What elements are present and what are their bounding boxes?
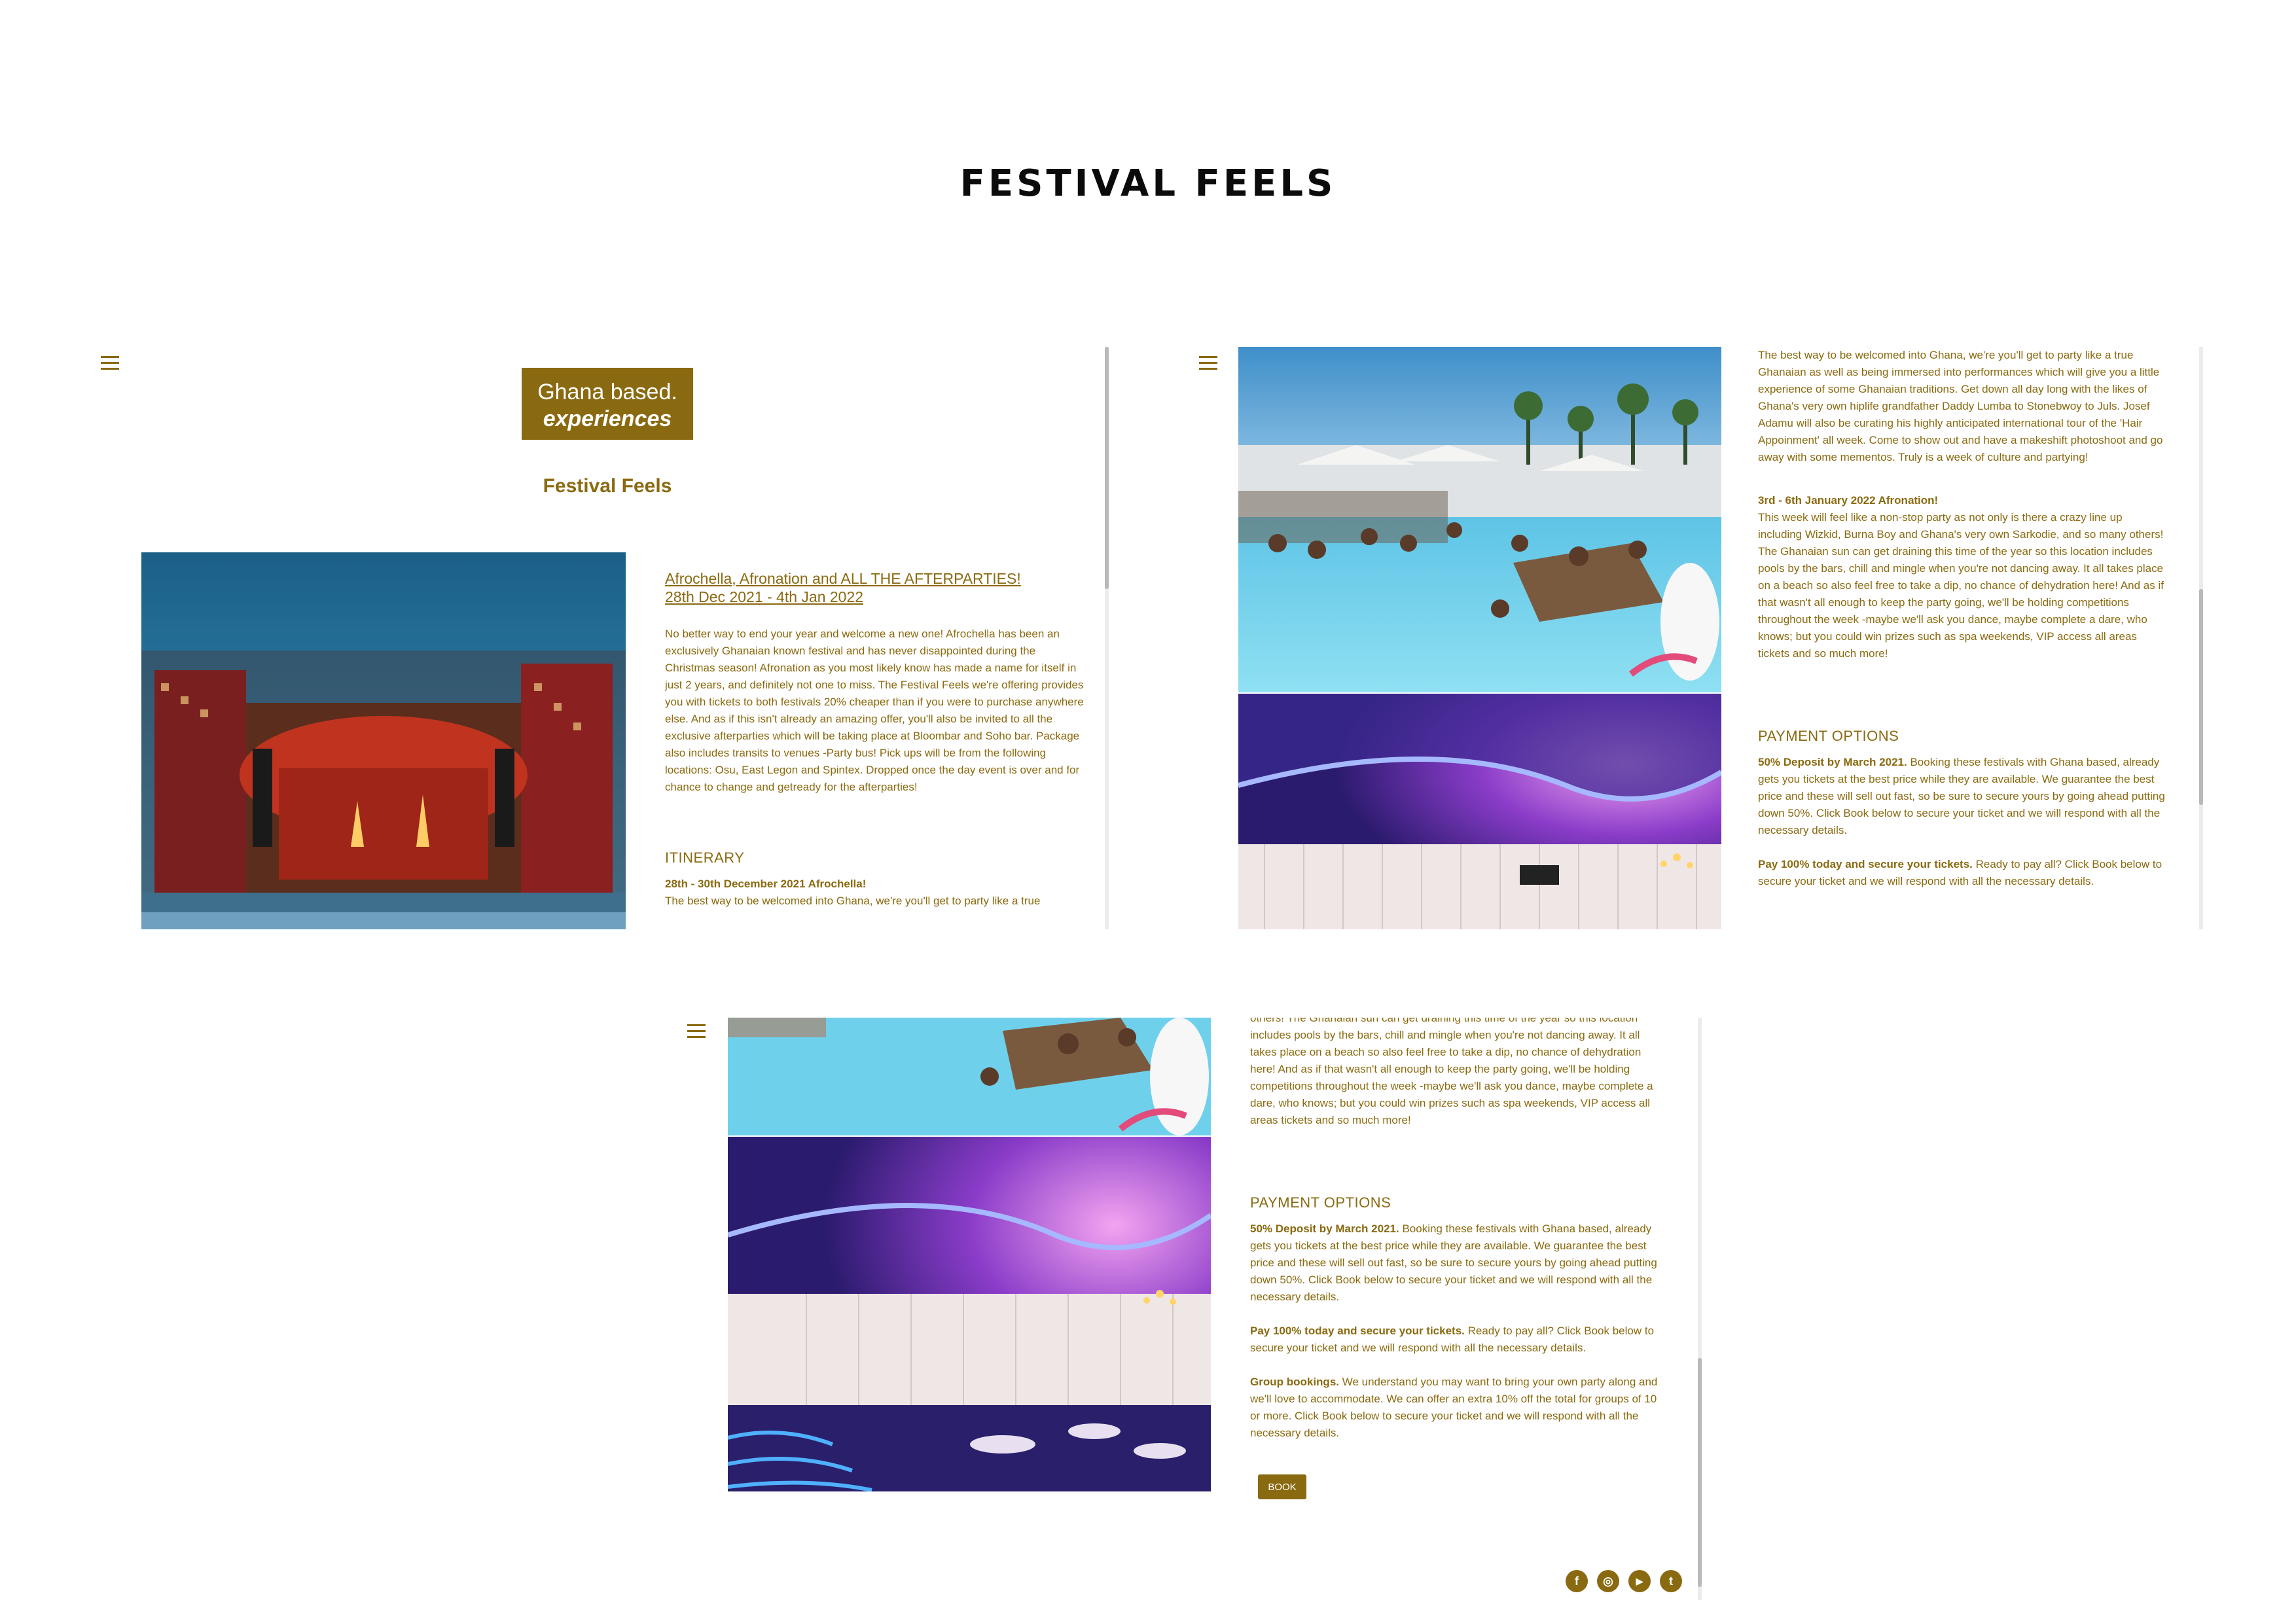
scroll-thumb[interactable] — [2199, 589, 2203, 805]
payment-option-2-title: Pay 100% today and secure your tickets. — [1250, 1325, 1465, 1337]
itinerary-day2-partial: includes pools by the bars, chill and mi… — [1250, 1029, 1653, 1126]
pool-party-photo — [1238, 347, 1721, 692]
payment-option-1: 50% Deposit by March 2021. Booking these… — [1758, 754, 2166, 839]
site-page-heading: Festival Feels — [543, 475, 672, 497]
itinerary-day1-preview: The best way to be welcomed into Ghana, … — [665, 895, 1041, 907]
payment-option-3-title: Group bookings. — [1250, 1376, 1339, 1388]
payment-heading: PAYMENT OPTIONS — [1250, 1194, 1391, 1211]
itinerary-continued: The best way to be welcomed into Ghana, … — [1758, 347, 2166, 907]
scrollbar[interactable] — [1698, 1018, 1702, 1600]
event-link[interactable]: Afrochella, Afronation and ALL THE AFTER… — [665, 569, 1084, 606]
payment-option-2-title: Pay 100% today and secure your tickets. — [1758, 858, 1973, 870]
screenshot-panel-1: Ghana based. experiences Festival Feels — [92, 347, 1113, 929]
hamburger-menu-icon[interactable] — [687, 1024, 706, 1039]
scrollbar[interactable] — [1105, 347, 1109, 929]
scroll-thumb[interactable] — [1698, 1358, 1702, 1587]
screenshot-panel-3: others! The Ghanaian sun can get drainin… — [681, 1018, 1702, 1600]
logo-line-1: Ghana based. — [537, 380, 677, 404]
instagram-icon[interactable]: ◎ — [1597, 1570, 1619, 1592]
itinerary-day2-text: This week will feel like a non-stop part… — [1758, 511, 2164, 660]
payment-option-3: Group bookings. We understand you may wa… — [1250, 1374, 1659, 1442]
book-button[interactable]: BOOK — [1258, 1474, 1306, 1499]
lounge-interior-photo — [728, 1137, 1211, 1491]
payment-option-1-title: 50% Deposit by March 2021. — [1250, 1222, 1399, 1235]
itinerary-day2-partial-top: others! The Ghanaian sun can get drainin… — [1250, 1018, 1638, 1024]
screenshot-panel-2: The best way to be welcomed into Ghana, … — [1191, 347, 2206, 929]
scrollbar[interactable] — [2199, 347, 2203, 929]
itinerary-continued: others! The Ghanaian sun can get drainin… — [1250, 1018, 1659, 1459]
event-link-line-2: 28th Dec 2021 - 4th Jan 2022 — [665, 588, 864, 605]
site-logo[interactable]: Ghana based. experiences — [522, 368, 693, 440]
lounge-interior-photo — [1238, 694, 1721, 929]
youtube-icon[interactable]: ▶ — [1628, 1570, 1651, 1592]
payment-option-1-title: 50% Deposit by March 2021. — [1758, 756, 1907, 768]
hamburger-menu-icon[interactable] — [101, 356, 119, 370]
event-link-line-1: Afrochella, Afronation and ALL THE AFTER… — [665, 570, 1021, 587]
itinerary-day1-title: 28th - 30th December 2021 Afrochella! — [665, 878, 867, 890]
facebook-icon[interactable]: f — [1566, 1570, 1588, 1592]
itinerary-heading: ITINERARY — [665, 849, 745, 866]
itinerary-day2-title: 3rd - 6th January 2022 Afronation! — [1758, 494, 1939, 507]
scroll-thumb[interactable] — [1105, 347, 1109, 589]
payment-option-1: 50% Deposit by March 2021. Booking these… — [1250, 1221, 1659, 1306]
page-title: FESTIVAL FEELS — [960, 162, 1336, 205]
logo-line-2: experiences — [543, 406, 672, 431]
festival-stage-photo — [141, 552, 626, 929]
event-details: Afrochella, Afronation and ALL THE AFTER… — [665, 569, 1084, 910]
itinerary-day1-text: The best way to be welcomed into Ghana, … — [1758, 349, 2163, 463]
hamburger-menu-icon[interactable] — [1199, 356, 1217, 370]
payment-option-2: Pay 100% today and secure your tickets. … — [1758, 856, 2166, 890]
event-intro: No better way to end your year and welco… — [665, 628, 1084, 793]
twitter-icon[interactable]: t — [1660, 1570, 1682, 1592]
payment-option-2: Pay 100% today and secure your tickets. … — [1250, 1323, 1659, 1357]
payment-heading: PAYMENT OPTIONS — [1758, 728, 1899, 744]
pool-party-photo — [728, 1018, 1211, 1135]
